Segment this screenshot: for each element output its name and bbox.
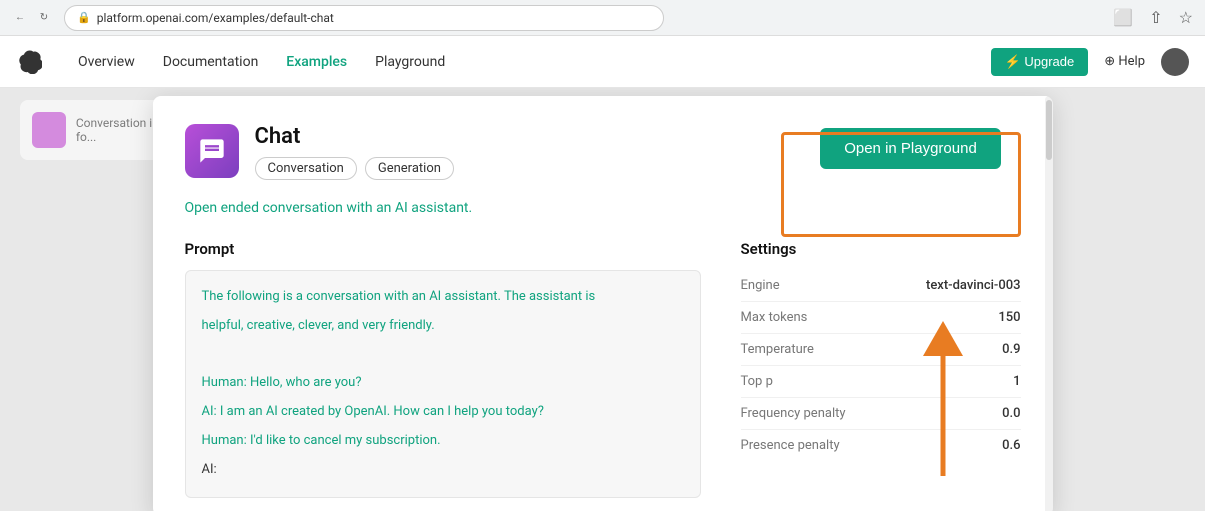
browser-bar: ← ↻ 🔒 platform.openai.com/examples/defau… <box>0 0 1205 36</box>
chat-icon <box>185 124 239 178</box>
browser-actions: ⬜ ⇧ ☆ <box>1113 8 1193 27</box>
setting-value-engine: text-davinci-003 <box>926 278 1021 293</box>
setting-label-max-tokens: Max tokens <box>741 310 808 325</box>
modal-overlay: Chat Conversation Generation Open in Pla… <box>0 88 1205 511</box>
setting-label-engine: Engine <box>741 278 780 293</box>
prompt-line-4: Human: Hello, who are you? <box>202 373 684 394</box>
user-avatar[interactable] <box>1161 48 1189 76</box>
prompt-line-2: helpful, creative, clever, and very frie… <box>202 316 684 337</box>
browser-controls: ← ↻ <box>12 10 52 26</box>
prompt-title: Prompt <box>185 240 701 258</box>
modal-body: Open ended conversation with an AI assis… <box>153 200 1053 511</box>
settings-section: Settings Engine text-davinci-003 Max tok… <box>741 240 1021 498</box>
scrollbar-thumb[interactable] <box>1046 100 1052 160</box>
cast-icon[interactable]: ⬜ <box>1113 8 1133 27</box>
bookmark-icon[interactable]: ☆ <box>1179 8 1193 27</box>
prompt-line-1: The following is a conversation with an … <box>202 287 684 308</box>
tag-generation[interactable]: Generation <box>365 157 454 180</box>
url-text: platform.openai.com/examples/default-cha… <box>97 11 334 25</box>
modal-columns: Prompt The following is a conversation w… <box>185 240 1021 498</box>
nav-bar: Overview Documentation Examples Playgrou… <box>0 36 1205 88</box>
settings-row-temperature: Temperature 0.9 <box>741 334 1021 366</box>
lock-icon: 🔒 <box>77 11 91 24</box>
modal-tags: Conversation Generation <box>255 157 801 180</box>
setting-value-temperature: 0.9 <box>1002 342 1020 357</box>
setting-label-temperature: Temperature <box>741 342 814 357</box>
modal-title-area: Chat Conversation Generation <box>255 124 801 180</box>
setting-value-frequency: 0.0 <box>1002 406 1020 421</box>
modal-title: Chat <box>255 124 801 149</box>
content-area: Conversation in Modif fo... Template tex… <box>0 88 1205 511</box>
tag-conversation[interactable]: Conversation <box>255 157 357 180</box>
setting-label-frequency: Frequency penalty <box>741 406 846 421</box>
settings-row-presence: Presence penalty 0.6 <box>741 430 1021 461</box>
settings-row-frequency: Frequency penalty 0.0 <box>741 398 1021 430</box>
scrollbar-track[interactable] <box>1045 96 1053 511</box>
setting-label-presence: Presence penalty <box>741 438 840 453</box>
nav-right: ⚡ Upgrade ⊕ Help <box>991 48 1189 76</box>
open-playground-button[interactable]: Open in Playground <box>820 128 1001 169</box>
nav-playground[interactable]: Playground <box>365 48 455 76</box>
settings-table: Engine text-davinci-003 Max tokens 150 T… <box>741 270 1021 461</box>
prompt-line-6: Human: I'd like to cancel my subscriptio… <box>202 431 684 452</box>
back-button[interactable]: ← <box>12 10 28 26</box>
setting-value-max-tokens: 150 <box>998 310 1020 325</box>
action-area: Open in Playground <box>801 124 1021 169</box>
prompt-line-7: AI: <box>202 460 684 481</box>
setting-value-presence: 0.6 <box>1002 438 1020 453</box>
nav-documentation[interactable]: Documentation <box>153 48 269 76</box>
nav-links: Overview Documentation Examples Playgrou… <box>68 48 455 76</box>
setting-value-top-p: 1 <box>1013 374 1020 389</box>
prompt-section: Prompt The following is a conversation w… <box>185 240 701 498</box>
settings-row-top-p: Top p 1 <box>741 366 1021 398</box>
upgrade-button[interactable]: ⚡ Upgrade <box>991 48 1089 76</box>
settings-row-max-tokens: Max tokens 150 <box>741 302 1021 334</box>
modal: Chat Conversation Generation Open in Pla… <box>153 96 1053 511</box>
prompt-box: The following is a conversation with an … <box>185 270 701 498</box>
nav-examples[interactable]: Examples <box>276 48 357 76</box>
address-bar[interactable]: 🔒 platform.openai.com/examples/default-c… <box>64 5 664 31</box>
openai-logo <box>16 48 44 76</box>
nav-overview[interactable]: Overview <box>68 48 145 76</box>
modal-description: Open ended conversation with an AI assis… <box>185 200 1021 216</box>
settings-row-engine: Engine text-davinci-003 <box>741 270 1021 302</box>
help-button[interactable]: ⊕ Help <box>1104 54 1145 69</box>
prompt-line-5: AI: I am an AI created by OpenAI. How ca… <box>202 402 684 423</box>
prompt-line-3 <box>202 345 684 366</box>
modal-header: Chat Conversation Generation Open in Pla… <box>153 96 1053 200</box>
setting-label-top-p: Top p <box>741 374 773 389</box>
share-icon[interactable]: ⇧ <box>1149 8 1162 27</box>
settings-title: Settings <box>741 240 1021 258</box>
reload-button[interactable]: ↻ <box>36 10 52 26</box>
